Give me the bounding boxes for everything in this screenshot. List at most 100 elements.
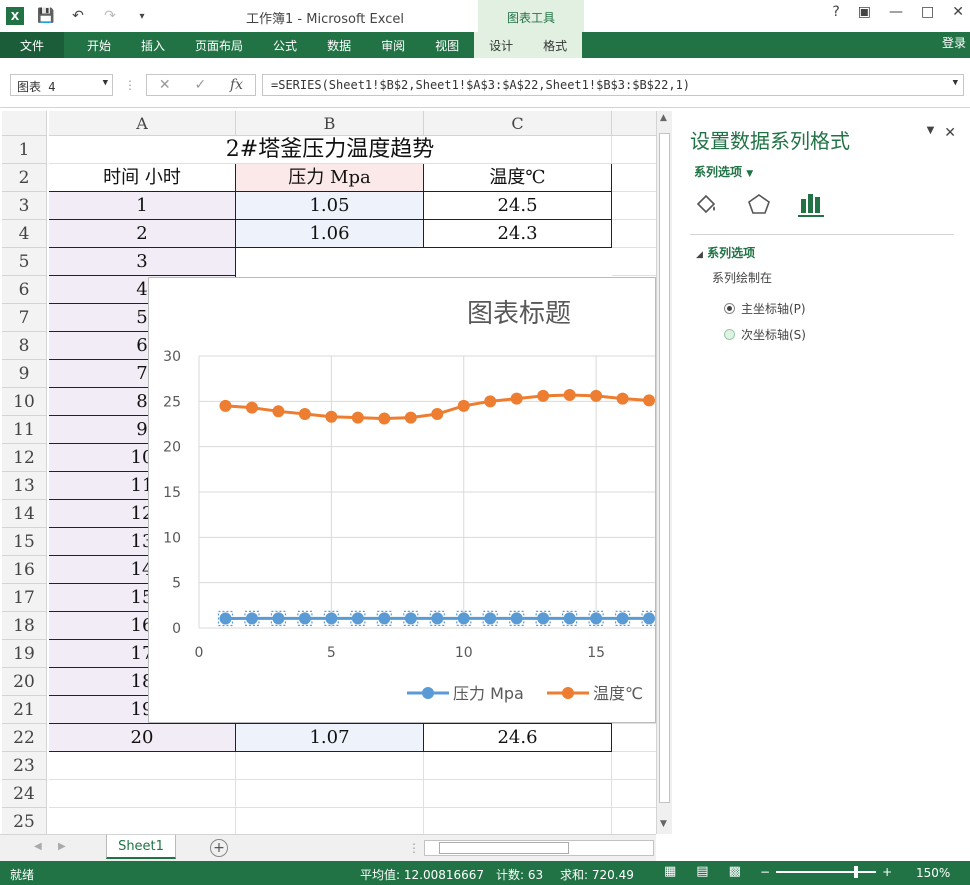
empty-cell[interactable] — [612, 752, 656, 780]
tab-insert[interactable]: 插入 — [126, 32, 180, 58]
name-box[interactable]: 图表 4 ▼ — [10, 74, 113, 96]
empty-cell[interactable] — [612, 192, 656, 220]
row-header[interactable]: 16 — [2, 556, 47, 584]
table-cell[interactable]: 2 — [49, 220, 236, 248]
zoom-track[interactable] — [776, 866, 877, 878]
row-header[interactable]: 14 — [2, 500, 47, 528]
tab-view[interactable]: 视图 — [420, 32, 474, 58]
horizontal-scroll-thumb[interactable] — [439, 842, 569, 854]
zoom-slider[interactable]: − + — [760, 865, 892, 879]
expand-formula-icon[interactable]: ▼ — [953, 78, 958, 88]
empty-cell[interactable] — [49, 808, 236, 834]
vertical-scrollbar[interactable]: ▲ ▼ — [656, 111, 672, 834]
row-header[interactable]: 17 — [2, 584, 47, 612]
table-cell[interactable]: 24.6 — [424, 724, 612, 752]
row-header[interactable]: 7 — [2, 304, 47, 332]
line-chart[interactable]: 图表标题 0 5 10 15 20 25 30 0 5 10 15 压力 Mpa 温度℃ — [148, 277, 656, 723]
row-header[interactable]: 24 — [2, 780, 47, 808]
ribbon-display-icon[interactable]: ▣ — [858, 4, 871, 20]
secondary-axis-radio[interactable]: 次坐标轴(S) — [724, 326, 806, 343]
column-header-c[interactable]: C — [424, 111, 612, 136]
help-icon[interactable]: ? — [832, 4, 839, 20]
table-cell[interactable]: 24.3 — [424, 220, 612, 248]
tab-design[interactable]: 设计 — [474, 32, 529, 58]
effects-pentagon-icon[interactable] — [746, 192, 772, 216]
empty-cell[interactable] — [612, 248, 656, 276]
zoom-out-icon[interactable]: − — [760, 865, 770, 879]
tab-format[interactable]: 格式 — [528, 32, 583, 58]
enter-icon[interactable]: ✓ — [194, 77, 206, 93]
empty-cell[interactable] — [612, 780, 656, 808]
table-cell[interactable]: 1.07 — [236, 724, 424, 752]
row-header[interactable]: 20 — [2, 668, 47, 696]
row-header[interactable]: 23 — [2, 752, 47, 780]
row-header[interactable]: 22 — [2, 724, 47, 752]
fill-line-icon[interactable] — [694, 192, 720, 216]
row-header[interactable]: 13 — [2, 472, 47, 500]
add-sheet-icon[interactable]: + — [210, 839, 228, 857]
row-header[interactable]: 18 — [2, 612, 47, 640]
table-cell[interactable]: 3 — [49, 248, 236, 276]
row-header[interactable]: 15 — [2, 528, 47, 556]
row-header[interactable]: 2 — [2, 164, 47, 192]
table-cell[interactable]: 1 — [49, 192, 236, 220]
sheet-tab-sheet1[interactable]: Sheet1 — [106, 835, 176, 859]
select-all-corner[interactable] — [2, 111, 47, 136]
table-header[interactable]: 温度℃ — [424, 164, 612, 192]
empty-cell[interactable] — [612, 724, 656, 752]
row-header[interactable]: 6 — [2, 276, 47, 304]
prev-sheet-icon[interactable]: ◀ — [34, 841, 42, 852]
empty-cell[interactable] — [49, 752, 236, 780]
row-header[interactable]: 4 — [2, 220, 47, 248]
page-layout-view-icon[interactable]: ▤ — [696, 864, 708, 879]
table-cell[interactable]: 20 — [49, 724, 236, 752]
row-header[interactable]: 1 — [2, 136, 47, 164]
row-header[interactable]: 11 — [2, 416, 47, 444]
row-header[interactable]: 9 — [2, 360, 47, 388]
series-options-icon[interactable] — [798, 191, 824, 217]
row-header[interactable]: 5 — [2, 248, 47, 276]
tab-page-layout[interactable]: 页面布局 — [180, 32, 258, 58]
empty-cell[interactable] — [49, 780, 236, 808]
zoom-percent[interactable]: 150% — [916, 866, 950, 880]
maximize-icon[interactable]: □ — [921, 4, 934, 20]
empty-cell[interactable] — [236, 752, 424, 780]
section-series-options[interactable]: ◢ 系列选项 — [696, 244, 755, 261]
chevron-down-icon[interactable]: ▼ — [103, 78, 108, 88]
table-header[interactable]: 时间 小时 — [49, 164, 236, 192]
drag-handle-icon[interactable]: ⋮ — [124, 78, 136, 92]
table-title[interactable]: 2#塔釜压力温度趋势 — [49, 136, 612, 164]
empty-cell[interactable] — [612, 220, 656, 248]
tab-home[interactable]: 开始 — [72, 32, 126, 58]
pane-options-icon[interactable]: ▼ — [927, 125, 935, 141]
row-header[interactable]: 10 — [2, 388, 47, 416]
zoom-in-icon[interactable]: + — [882, 865, 892, 879]
minimize-icon[interactable]: — — [889, 4, 903, 20]
scroll-up-icon[interactable]: ▲ — [660, 113, 667, 123]
table-cell[interactable]: 1.05 — [236, 192, 424, 220]
scroll-down-icon[interactable]: ▼ — [660, 819, 667, 829]
row-header[interactable]: 8 — [2, 332, 47, 360]
column-header-b[interactable]: B — [236, 111, 424, 136]
empty-cell[interactable] — [424, 808, 612, 834]
empty-cell[interactable] — [612, 136, 656, 164]
close-icon[interactable]: ✕ — [952, 4, 964, 20]
insert-function-icon[interactable]: fx — [230, 77, 243, 93]
vertical-scroll-thumb[interactable] — [659, 133, 670, 803]
table-cell[interactable]: 24.5 — [424, 192, 612, 220]
page-break-view-icon[interactable]: ▩ — [729, 864, 741, 879]
empty-cell[interactable] — [424, 752, 612, 780]
tab-formulas[interactable]: 公式 — [258, 32, 312, 58]
sign-in-link[interactable]: 登录 — [942, 34, 966, 51]
primary-axis-radio[interactable]: 主坐标轴(P) — [724, 300, 806, 317]
row-header[interactable]: 19 — [2, 640, 47, 668]
cancel-icon[interactable]: ✕ — [159, 77, 171, 93]
pane-close-icon[interactable]: ✕ — [944, 125, 956, 141]
column-header-d[interactable] — [612, 111, 656, 136]
empty-cell[interactable] — [236, 780, 424, 808]
tab-data[interactable]: 数据 — [312, 32, 366, 58]
empty-cell[interactable] — [612, 808, 656, 834]
horizontal-scrollbar[interactable] — [424, 840, 654, 856]
empty-cell[interactable] — [424, 780, 612, 808]
tab-review[interactable]: 审阅 — [366, 32, 420, 58]
